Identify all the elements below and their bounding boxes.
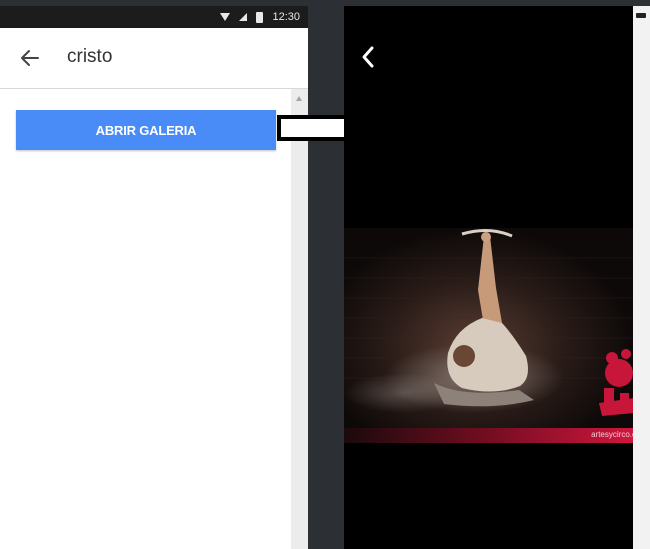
battery-icon	[256, 11, 264, 23]
content-area: ABRIR GALERIA	[0, 89, 291, 549]
chevron-left-icon[interactable]	[358, 44, 378, 70]
wifi-icon	[220, 13, 231, 21]
search-query-title: cristo	[67, 46, 113, 67]
search-results-screen: 12:30 cristo ABRIR GALERIA	[0, 6, 308, 549]
status-bar: 12:30	[0, 6, 308, 28]
right-scrollbar[interactable]	[633, 6, 650, 549]
scroll-tab[interactable]	[636, 13, 646, 18]
gallery-screen: artesycirco.c	[344, 6, 634, 549]
scrollbar[interactable]	[291, 89, 308, 549]
status-time: 12:30	[272, 11, 300, 23]
signal-icon	[239, 13, 248, 21]
back-arrow-icon[interactable]	[18, 46, 42, 70]
open-gallery-button[interactable]: ABRIR GALERIA	[16, 110, 276, 150]
gallery-photo[interactable]	[344, 228, 634, 443]
photo-watermark: artesycirco.c	[591, 430, 634, 439]
app-bar: cristo	[0, 28, 308, 89]
